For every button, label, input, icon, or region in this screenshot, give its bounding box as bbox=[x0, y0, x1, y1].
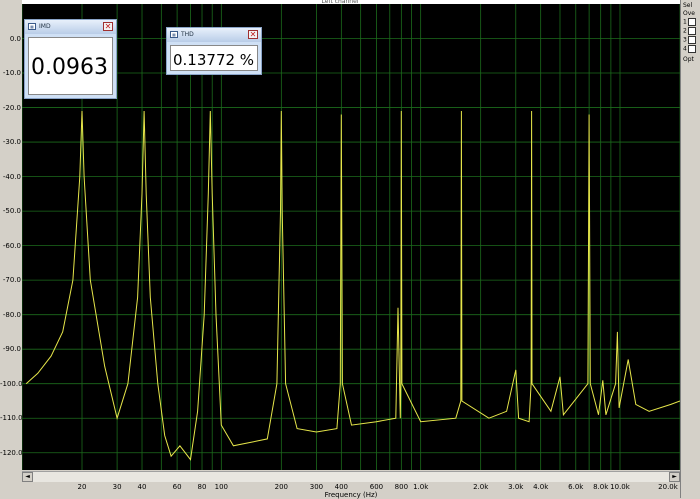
x-tick-label: 20.0k bbox=[658, 483, 678, 491]
x-tick-label: 40 bbox=[137, 483, 147, 491]
horizontal-scrollbar[interactable]: ◄ ► bbox=[22, 471, 680, 482]
spectrum-chart bbox=[22, 4, 680, 470]
meter-window-icon: ▦ bbox=[170, 31, 178, 38]
channel-1-label: 1 bbox=[683, 18, 687, 26]
x-tick-label: 100 bbox=[214, 483, 229, 491]
thd-meter-titlebar[interactable]: ▦ THD ✕ bbox=[167, 28, 261, 42]
close-icon[interactable]: ✕ bbox=[248, 30, 258, 39]
channel-3-checkbox[interactable]: 3 bbox=[683, 36, 696, 44]
scroll-right-button[interactable]: ► bbox=[669, 472, 680, 482]
spectrum-trace bbox=[25, 110, 680, 461]
x-tick-label: 80 bbox=[197, 483, 207, 491]
checkbox-icon[interactable] bbox=[687, 27, 696, 35]
channel-2-label: 2 bbox=[683, 27, 687, 35]
right-panel-ove[interactable]: Ove bbox=[683, 10, 695, 17]
y-tick-label: -40.0 bbox=[2, 172, 21, 181]
right-panel: Sel Ove 1 2 3 4 Opt bbox=[680, 0, 700, 498]
x-tick-label: 200 bbox=[274, 483, 289, 491]
y-tick-label: -80.0 bbox=[2, 310, 21, 319]
thd-meter[interactable]: ▦ THD ✕ 0.13772 % bbox=[166, 27, 262, 75]
channel-4-label: 4 bbox=[683, 45, 687, 53]
imd-value: 0.0963 % bbox=[28, 37, 113, 95]
x-tick-label: 300 bbox=[309, 483, 324, 491]
y-tick-label: -110.0 bbox=[0, 414, 23, 423]
right-panel-sel[interactable]: Sel bbox=[683, 2, 692, 9]
x-tick-label: 20 bbox=[77, 483, 87, 491]
checkbox-icon[interactable] bbox=[687, 18, 696, 26]
y-tick-label: -30.0 bbox=[2, 138, 21, 147]
x-axis: Frequency (Hz) 20 30 40 60 80 100 200 300 400 600… bbox=[22, 483, 680, 499]
y-tick-label: -50.0 bbox=[2, 207, 21, 216]
y-axis: 0.0 -10.0 -20.0 -30.0 -40.0 -50.0 -60.0 -70.0 -8… bbox=[0, 0, 23, 498]
x-tick-label: 3.0k bbox=[508, 483, 524, 491]
spectrum-plot[interactable] bbox=[22, 4, 680, 470]
x-tick-label: 60 bbox=[172, 483, 182, 491]
imd-meter[interactable]: ▦ IMD ✕ 0.0963 % bbox=[24, 19, 117, 99]
x-tick-label: 6.0k bbox=[568, 483, 584, 491]
options-button[interactable]: Opt bbox=[683, 56, 694, 63]
checkbox-icon[interactable] bbox=[687, 45, 696, 53]
imd-meter-label: IMD bbox=[39, 23, 51, 30]
y-tick-label: -20.0 bbox=[2, 103, 21, 112]
x-tick-label: 800 bbox=[394, 483, 409, 491]
y-tick-label: -70.0 bbox=[2, 276, 21, 285]
checkbox-icon[interactable] bbox=[687, 36, 696, 44]
y-tick-label: -120.0 bbox=[0, 448, 23, 457]
y-tick-label: -10.0 bbox=[2, 69, 21, 78]
y-tick-label: 0.0 bbox=[9, 34, 21, 43]
meter-window-icon: ▦ bbox=[28, 23, 36, 30]
x-tick-label: 4.0k bbox=[533, 483, 549, 491]
channel-1-checkbox[interactable]: 1 bbox=[683, 18, 696, 26]
x-tick-label: 400 bbox=[334, 483, 349, 491]
x-tick-label: 1.0k bbox=[413, 483, 429, 491]
x-tick-label: 30 bbox=[112, 483, 122, 491]
imd-meter-titlebar[interactable]: ▦ IMD ✕ bbox=[25, 20, 116, 34]
x-tick-label: 10.0k bbox=[610, 483, 630, 491]
x-tick-label: 2.0k bbox=[473, 483, 489, 491]
channel-4-checkbox[interactable]: 4 bbox=[683, 45, 696, 53]
thd-value: 0.13772 % bbox=[170, 45, 258, 71]
thd-meter-label: THD bbox=[181, 31, 194, 38]
y-tick-label: -60.0 bbox=[2, 241, 21, 250]
close-icon[interactable]: ✕ bbox=[103, 22, 113, 31]
scroll-left-button[interactable]: ◄ bbox=[22, 472, 33, 482]
y-tick-label: -90.0 bbox=[2, 345, 21, 354]
y-tick-label: -100.0 bbox=[0, 379, 23, 388]
x-tick-label: 600 bbox=[369, 483, 384, 491]
channel-3-label: 3 bbox=[683, 36, 687, 44]
x-tick-label: 8.0k bbox=[593, 483, 609, 491]
channel-2-checkbox[interactable]: 2 bbox=[683, 27, 696, 35]
